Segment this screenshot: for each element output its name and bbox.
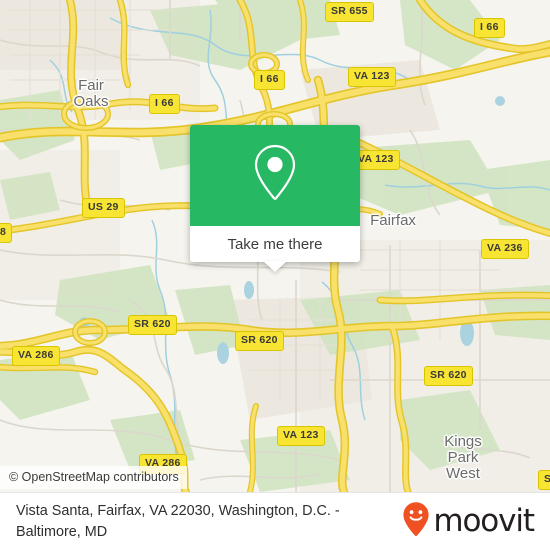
road-shield: SR 620: [235, 331, 284, 351]
location-title: Vista Santa, Fairfax, VA 22030, Washingt…: [16, 503, 340, 540]
road-shield: VA 123: [348, 67, 396, 87]
take-me-there-label: Take me there: [227, 235, 323, 253]
road-shield: VA 123: [277, 426, 325, 446]
osm-attribution[interactable]: © OpenStreetMap contributors: [0, 466, 187, 489]
popup-header: [190, 125, 360, 226]
road-shield: I 66: [474, 18, 505, 38]
road-shield: SR 620: [424, 366, 473, 386]
map-screenshot: Fair Oaks Fairfax Kings Park West SR 655…: [0, 0, 550, 550]
map-pin-icon: [251, 142, 299, 209]
moovit-pin-smiley-icon: [402, 501, 430, 542]
place-label: Kings Park West: [444, 433, 482, 482]
road-shield: SR 655: [325, 2, 374, 22]
road-shield: I 66: [254, 70, 285, 90]
place-label: Fair Oaks: [73, 77, 109, 110]
location-popup-card[interactable]: Take me there: [190, 125, 360, 272]
map-canvas[interactable]: Fair Oaks Fairfax Kings Park West SR 655…: [0, 0, 550, 492]
place-label: Fairfax: [370, 212, 416, 229]
footer-bar: Vista Santa, Fairfax, VA 22030, Washingt…: [0, 492, 550, 550]
moovit-wordmark: moovit: [433, 503, 535, 539]
road-shield: I 66: [149, 94, 180, 114]
popup-pointer-tail: [263, 261, 287, 272]
road-shield: S: [538, 470, 550, 490]
take-me-there-button[interactable]: Take me there: [190, 226, 360, 272]
road-shield: US 29: [82, 198, 125, 218]
road-shield: 8: [0, 223, 13, 243]
road-shield: SR 620: [128, 315, 177, 335]
moovit-logo[interactable]: moovit: [402, 501, 540, 542]
road-shield: VA 236: [481, 239, 529, 259]
road-shield: VA 286: [12, 346, 60, 366]
